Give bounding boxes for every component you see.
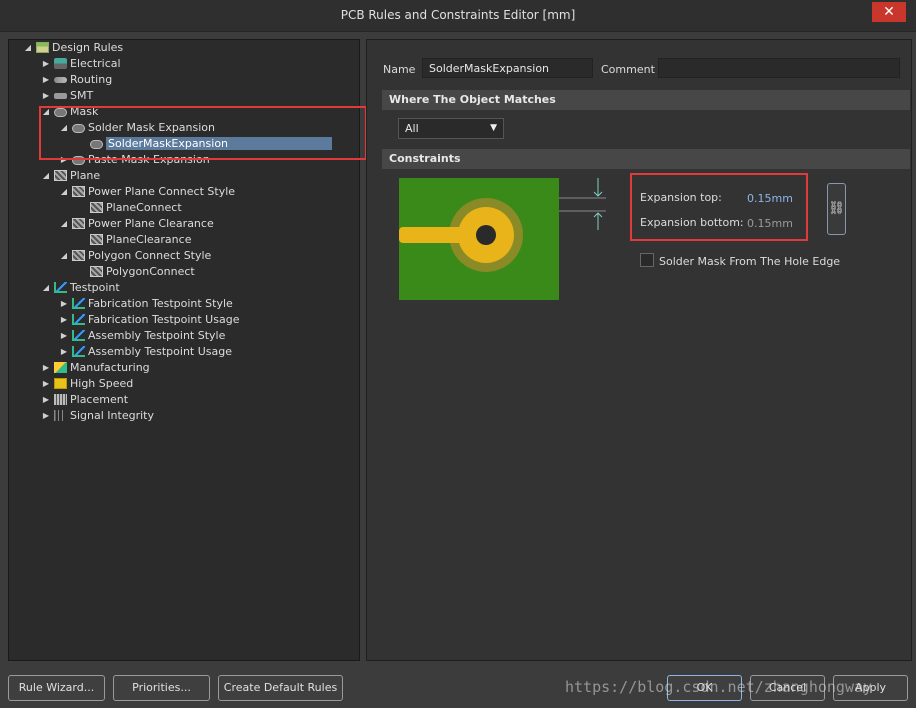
title-bar: PCB Rules and Constraints Editor [mm] ✕ bbox=[0, 0, 916, 32]
close-button[interactable]: ✕ bbox=[872, 2, 906, 22]
testpoint-icon bbox=[72, 330, 85, 341]
routing-icon bbox=[54, 77, 67, 83]
hatch-icon bbox=[90, 266, 103, 277]
testpoint-icon bbox=[72, 314, 85, 325]
hatch-icon bbox=[72, 250, 85, 261]
object-match-select[interactable]: All ▼ bbox=[398, 118, 504, 139]
collapse-arrow-icon[interactable]: ◢ bbox=[58, 184, 70, 200]
comment-label: Comment bbox=[601, 63, 655, 76]
expand-arrow-icon[interactable]: ▶ bbox=[40, 56, 52, 72]
arrow-up-icon bbox=[593, 212, 603, 230]
priorities-button[interactable]: Priorities... bbox=[113, 675, 210, 701]
expand-arrow-icon[interactable]: ▶ bbox=[58, 328, 70, 344]
tree-item-routing[interactable]: ▶ Routing bbox=[40, 72, 112, 88]
signal-integrity-icon bbox=[54, 410, 67, 421]
tree-item-plane-clearance[interactable]: PlaneClearance bbox=[76, 232, 191, 248]
tree-item-plane[interactable]: ◢ Plane bbox=[40, 168, 100, 184]
hole-edge-label: Solder Mask From The Hole Edge bbox=[659, 255, 841, 268]
expand-arrow-icon[interactable]: ▶ bbox=[58, 296, 70, 312]
testpoint-icon bbox=[72, 298, 85, 309]
tree-item-testpoint[interactable]: ◢ Testpoint bbox=[40, 280, 120, 296]
drill-hole bbox=[476, 225, 496, 245]
comment-field[interactable] bbox=[658, 58, 900, 78]
expand-arrow-icon[interactable]: ▶ bbox=[40, 360, 52, 376]
collapse-arrow-icon[interactable]: ◢ bbox=[58, 216, 70, 232]
plane-icon bbox=[54, 170, 67, 181]
tree-item-asm-testpoint-style[interactable]: ▶ Assembly Testpoint Style bbox=[58, 328, 225, 344]
name-field[interactable]: SolderMaskExpansion bbox=[422, 58, 593, 78]
tree-item-placement[interactable]: ▶ Placement bbox=[40, 392, 128, 408]
tree-item-high-speed[interactable]: ▶ High Speed bbox=[40, 376, 133, 392]
tree-item-signal-integrity[interactable]: ▶ Signal Integrity bbox=[40, 408, 154, 424]
expand-arrow-icon[interactable]: ▶ bbox=[40, 392, 52, 408]
expand-arrow-icon[interactable]: ▶ bbox=[58, 344, 70, 360]
testpoint-icon bbox=[54, 282, 67, 293]
window-title: PCB Rules and Constraints Editor [mm] bbox=[340, 8, 576, 22]
solder-mask-diagram bbox=[399, 178, 606, 300]
hatch-icon bbox=[72, 186, 85, 197]
hatch-icon bbox=[90, 202, 103, 213]
name-label: Name bbox=[383, 63, 416, 76]
highlight-box-tree bbox=[39, 106, 367, 160]
watermark: https://blog.csdn.net/zhanghongway bbox=[565, 678, 873, 696]
create-default-rules-button[interactable]: Create Default Rules bbox=[218, 675, 343, 701]
high-speed-icon bbox=[54, 378, 67, 389]
tree-item-smt[interactable]: ▶ SMT bbox=[40, 88, 93, 104]
electrical-icon bbox=[54, 58, 67, 69]
tree-item-polygon-connect[interactable]: PolygonConnect bbox=[76, 264, 195, 280]
chevron-down-icon: ▼ bbox=[490, 123, 497, 133]
hole-edge-checkbox[interactable] bbox=[640, 253, 654, 267]
collapse-arrow-icon[interactable]: ◢ bbox=[22, 40, 34, 56]
tree-item-power-plane-clearance[interactable]: ◢ Power Plane Clearance bbox=[58, 216, 214, 232]
tree-item-electrical[interactable]: ▶ Electrical bbox=[40, 56, 121, 72]
collapse-arrow-icon[interactable]: ◢ bbox=[58, 248, 70, 264]
hatch-icon bbox=[90, 234, 103, 245]
tree-item-plane-connect[interactable]: PlaneConnect bbox=[76, 200, 182, 216]
collapse-arrow-icon[interactable]: ◢ bbox=[40, 280, 52, 296]
tree-item-fab-testpoint-style[interactable]: ▶ Fabrication Testpoint Style bbox=[58, 296, 233, 312]
expand-arrow-icon[interactable]: ▶ bbox=[40, 408, 52, 424]
arrow-down-icon bbox=[593, 178, 603, 197]
tree-item-asm-testpoint-usage[interactable]: ▶ Assembly Testpoint Usage bbox=[58, 344, 232, 360]
expand-arrow-icon[interactable]: ▶ bbox=[40, 72, 52, 88]
tree-item-fab-testpoint-usage[interactable]: ▶ Fabrication Testpoint Usage bbox=[58, 312, 240, 328]
expand-arrow-icon[interactable]: ▶ bbox=[40, 88, 52, 104]
highlight-box-expansion bbox=[630, 173, 808, 241]
design-rules-icon bbox=[36, 42, 49, 53]
tree-item-polygon-connect-style[interactable]: ◢ Polygon Connect Style bbox=[58, 248, 211, 264]
expand-arrow-icon[interactable]: ▶ bbox=[58, 312, 70, 328]
hatch-icon bbox=[72, 218, 85, 229]
testpoint-icon bbox=[72, 346, 85, 357]
placement-icon bbox=[54, 394, 67, 405]
link-icon: ⛓ bbox=[828, 201, 845, 216]
rule-wizard-button[interactable]: Rule Wizard... bbox=[8, 675, 105, 701]
collapse-arrow-icon[interactable]: ◢ bbox=[40, 168, 52, 184]
manufacturing-icon bbox=[54, 362, 67, 373]
link-values-button[interactable]: ⛓ bbox=[827, 183, 846, 235]
smt-icon bbox=[54, 93, 67, 99]
tree-item-manufacturing[interactable]: ▶ Manufacturing bbox=[40, 360, 150, 376]
where-matches-header: Where The Object Matches bbox=[382, 90, 910, 110]
tree-item-design-rules[interactable]: ◢ Design Rules bbox=[22, 40, 123, 56]
constraints-header: Constraints bbox=[382, 149, 910, 169]
tree-item-power-plane-connect-style[interactable]: ◢ Power Plane Connect Style bbox=[58, 184, 235, 200]
expand-arrow-icon[interactable]: ▶ bbox=[40, 376, 52, 392]
